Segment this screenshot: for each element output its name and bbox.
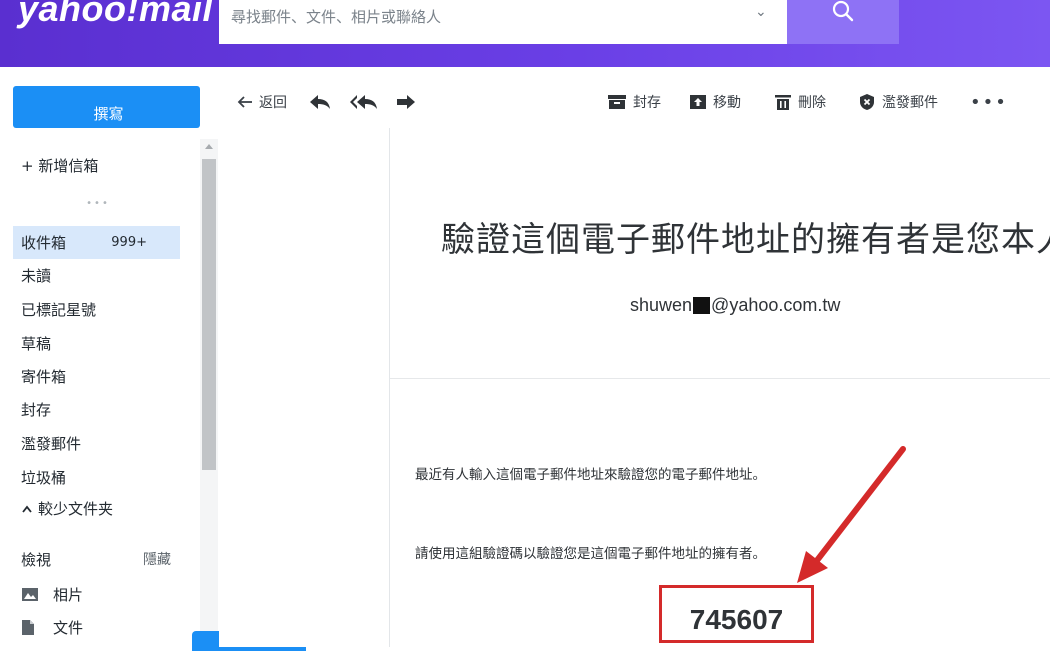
search-input[interactable] [219,0,739,44]
message-list-pane [219,128,390,647]
move-icon [690,95,706,109]
email-paragraph-2: 請使用這組驗證碼以驗證您是這個電子郵件地址的擁有者。 [415,546,766,562]
message-toolbar: 返回 封存 移動 刪除 濫發郵件 ••• [220,86,1050,118]
sidebar-item-documents[interactable]: 文件 [21,614,83,640]
documents-label: 文件 [53,618,84,637]
sidebar-scrollbar-thumb[interactable] [202,159,216,470]
email-paragraph-1: 最近有人輸入這個電子郵件地址來驗證您的電子郵件地址。 [415,467,766,483]
forward-button[interactable] [396,86,416,118]
chevron-down-icon[interactable]: ⌄ [755,4,767,20]
collapse-divider[interactable]: ••• [13,198,183,209]
compose-button[interactable]: 撰寫 [13,86,200,128]
sidebar-item-archive[interactable]: 封存 [0,393,180,426]
new-folder-label: + 新增信箱 [21,157,99,175]
more-dots-icon: ••• [970,91,1008,113]
reply-all-button[interactable] [350,86,378,118]
search-button[interactable] [787,0,899,44]
chevron-up-icon [22,505,32,513]
sidebar-item-unread[interactable]: 未讀 [0,259,180,292]
folder-sidebar: + 新增信箱 ••• 收件箱 999+ 未讀 已標記星號 草稿 寄件箱 封存 濫… [0,135,218,647]
trash-icon [775,94,791,110]
less-folders-label: 較少文件夹 [38,500,114,518]
drafts-label: 草稿 [21,335,52,353]
compose-label: 撰寫 [93,104,124,123]
delete-label: 刪除 [798,95,826,111]
photo-icon [22,587,38,601]
delete-button[interactable]: 刪除 [774,86,826,118]
sidebar-item-trash[interactable]: 垃圾桶 [0,461,180,494]
sidebar-item-starred[interactable]: 已標記星號 [0,293,180,326]
less-folders-toggle[interactable]: 較少文件夹 [0,492,180,525]
photos-label: 相片 [53,585,84,604]
email-address-prefix: shuwen [630,295,693,315]
document-icon [22,619,34,635]
arrow-left-icon [237,96,252,108]
email-address-suffix: @yahoo.com.tw [711,295,841,315]
inbox-label: 收件箱 [21,234,67,252]
reply-button[interactable] [309,86,331,118]
view-label: 檢視 [21,550,52,569]
unread-label: 未讀 [21,267,52,285]
archive-folder-label: 封存 [21,401,52,419]
email-divider [390,378,1050,379]
shield-icon [860,94,874,110]
spam-button[interactable]: 濫發郵件 [858,86,938,118]
redaction-block [693,297,711,314]
archive-icon [608,95,626,109]
spam-label: 濫發郵件 [882,95,938,111]
forward-icon [397,95,415,109]
sent-label: 寄件箱 [21,368,67,386]
scroll-up-arrow-icon[interactable] [205,144,213,149]
back-button[interactable]: 返回 [237,86,287,118]
sidebar-item-inbox[interactable]: 收件箱 999+ [13,226,180,259]
sidebar-item-photos[interactable]: 相片 [21,581,83,607]
trash-label: 垃圾桶 [21,469,67,487]
archive-label: 封存 [633,95,661,111]
app-header: yahoo!mail ⌄ [0,0,1050,67]
reply-all-icon [350,95,377,109]
hide-view-link[interactable]: 隱藏 [143,549,171,569]
sidebar-item-drafts[interactable]: 草稿 [0,327,180,360]
verification-code: 745607 [659,585,814,643]
unread-count-badge: 999+ [111,235,147,250]
move-button[interactable]: 移動 [689,86,741,118]
sidebar-item-spam[interactable]: 濫發郵件 [0,427,180,460]
sidebar-item-sent[interactable]: 寄件箱 [0,360,180,393]
move-label: 移動 [713,95,741,111]
starred-label: 已標記星號 [21,301,97,319]
email-address: shuwen @yahoo.com.tw [630,295,840,316]
new-folder-link[interactable]: + 新增信箱 [0,149,180,182]
search-icon [832,0,854,22]
view-section-header: 檢視 隱藏 [21,547,181,571]
spam-folder-label: 濫發郵件 [21,435,82,453]
more-button[interactable]: ••• [970,86,1008,118]
email-title: 驗證這個電子郵件地址的擁有者是您本人 [441,220,1050,260]
search-box: ⌄ [219,0,787,44]
reply-icon [310,95,330,109]
yahoo-mail-logo[interactable]: yahoo!mail [18,0,213,30]
back-label: 返回 [259,95,287,111]
archive-button[interactable]: 封存 [607,86,661,118]
